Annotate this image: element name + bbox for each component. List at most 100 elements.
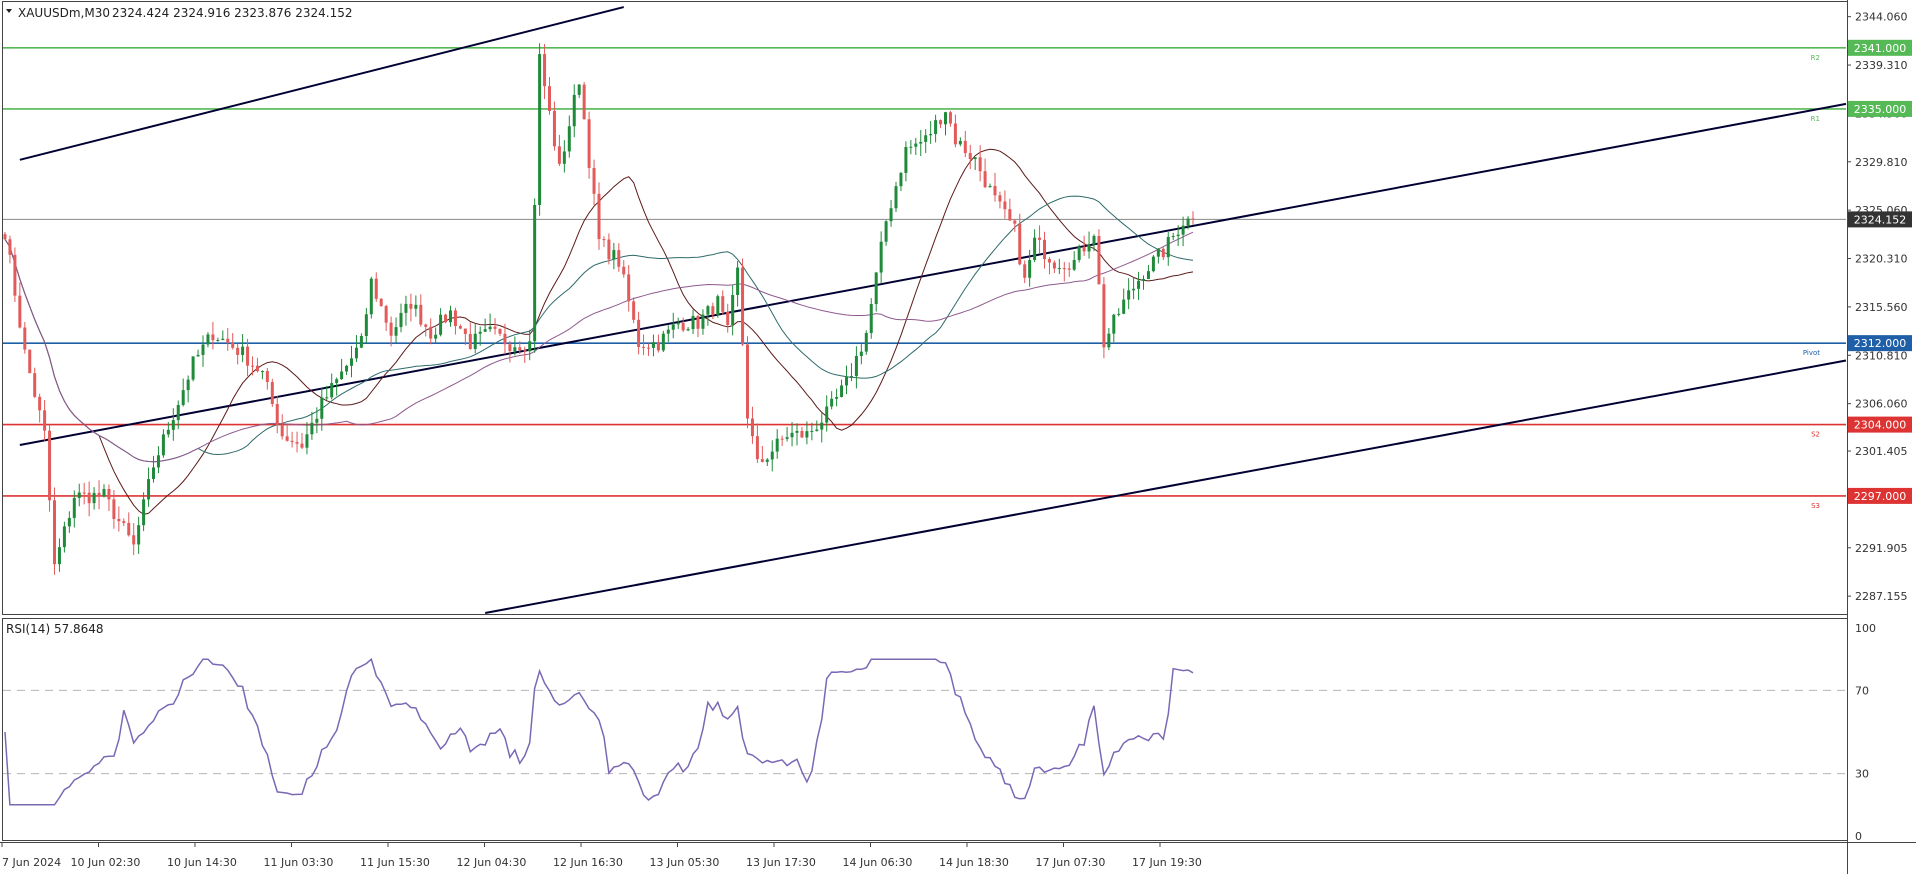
candle xyxy=(948,110,952,127)
candle-body xyxy=(810,430,814,432)
candle-body xyxy=(127,522,131,536)
candle-body xyxy=(919,141,923,144)
candle xyxy=(345,364,349,375)
candle xyxy=(290,431,294,448)
candle-body xyxy=(538,54,542,205)
candle xyxy=(622,260,626,278)
time-tick-label: 17 Jun 19:30 xyxy=(1132,856,1202,869)
candle-body xyxy=(23,327,27,350)
candle-body xyxy=(92,492,96,504)
price-axis[interactable]: 2344.0602339.3102334.5602329.8102325.060… xyxy=(1847,11,1908,603)
candle-body xyxy=(290,440,294,443)
candle-body xyxy=(1151,256,1155,272)
candle-body xyxy=(701,314,705,329)
chart-canvas[interactable]: R2R1PivotS2S3 2344.0602339.3102334.56023… xyxy=(0,0,1916,874)
candle-body xyxy=(161,434,165,456)
candle-body xyxy=(463,328,467,334)
candle xyxy=(765,458,769,466)
candle-body xyxy=(587,119,591,168)
dropdown-triangle-icon[interactable] xyxy=(6,9,12,13)
channel-middle-line[interactable] xyxy=(19,102,1847,446)
candle xyxy=(1166,232,1170,266)
candle-body xyxy=(181,390,185,405)
candle-body xyxy=(399,312,403,328)
candle xyxy=(255,357,259,373)
candle-body xyxy=(260,371,264,373)
price-tick-label: 2291.905 xyxy=(1855,542,1908,555)
candle xyxy=(1102,277,1106,359)
candle-body xyxy=(647,347,650,349)
candle xyxy=(122,518,126,527)
candle-body xyxy=(1186,218,1190,226)
candle xyxy=(731,285,735,336)
candle-body xyxy=(18,295,22,328)
candle xyxy=(1077,244,1081,263)
candle xyxy=(38,393,42,423)
level-tag-s2: S2 xyxy=(1811,431,1820,439)
candle-body xyxy=(216,340,220,342)
channel-layer[interactable] xyxy=(19,6,1847,614)
level-tag-r2: R2 xyxy=(1811,54,1820,62)
candle-body xyxy=(815,429,819,431)
candle xyxy=(963,130,967,158)
channel-upper-line[interactable] xyxy=(19,6,624,161)
candle-body xyxy=(765,459,769,462)
candle xyxy=(1161,247,1165,261)
rsi-axis-label: 0 xyxy=(1855,830,1862,843)
candle xyxy=(196,349,200,357)
candle xyxy=(48,424,52,512)
candle-body xyxy=(300,443,304,448)
candle xyxy=(607,233,611,265)
candle xyxy=(92,487,96,510)
candle xyxy=(582,82,586,120)
candle-body xyxy=(750,418,754,437)
candle-body xyxy=(117,519,121,522)
candle-body xyxy=(394,327,398,336)
candle-body xyxy=(132,535,136,545)
time-axis[interactable]: 7 Jun 2024 10 Jun 02:30 10 Jun 14:30 11 Jun… xyxy=(1,843,1202,869)
candle xyxy=(211,321,215,350)
candle-body xyxy=(137,525,141,545)
candle xyxy=(884,220,888,246)
candle-body xyxy=(315,418,319,423)
candle xyxy=(661,330,665,353)
chart-window[interactable]: R2R1PivotS2S3 2344.0602339.3102334.56023… xyxy=(0,0,1916,874)
candle xyxy=(612,242,616,270)
candle xyxy=(760,445,764,463)
candle-body xyxy=(1047,259,1051,263)
channel-lower-line[interactable] xyxy=(484,359,1847,614)
candle xyxy=(57,538,61,572)
candle-body xyxy=(904,147,908,173)
candle-body xyxy=(1067,268,1071,270)
candle xyxy=(444,313,448,324)
candle xyxy=(82,482,86,505)
candle-body xyxy=(350,358,353,366)
candle-body xyxy=(755,436,759,460)
candle-body xyxy=(691,315,695,330)
candle xyxy=(993,172,997,202)
candle xyxy=(597,182,601,250)
candle xyxy=(394,317,398,343)
candle-body xyxy=(493,326,497,329)
candle xyxy=(671,312,675,339)
candle xyxy=(340,358,344,380)
candle-body xyxy=(835,396,839,399)
candle xyxy=(968,144,972,170)
candle xyxy=(924,129,928,153)
candle-body xyxy=(97,492,101,497)
candle-body xyxy=(241,346,245,355)
candle xyxy=(102,484,106,498)
time-tick-label: 10 Jun 14:30 xyxy=(167,856,237,869)
candle-body xyxy=(993,185,997,196)
candle xyxy=(280,414,284,440)
candle-body xyxy=(548,86,551,111)
candle-body xyxy=(221,338,225,341)
candle xyxy=(1013,219,1017,232)
candle-body xyxy=(909,146,913,148)
current-price-label: 2324.152 xyxy=(1854,213,1907,226)
candle-body xyxy=(577,84,581,95)
candle-body xyxy=(1122,299,1126,314)
candle-body xyxy=(374,278,378,299)
candle-body xyxy=(255,365,259,372)
rsi-line xyxy=(4,657,1194,806)
